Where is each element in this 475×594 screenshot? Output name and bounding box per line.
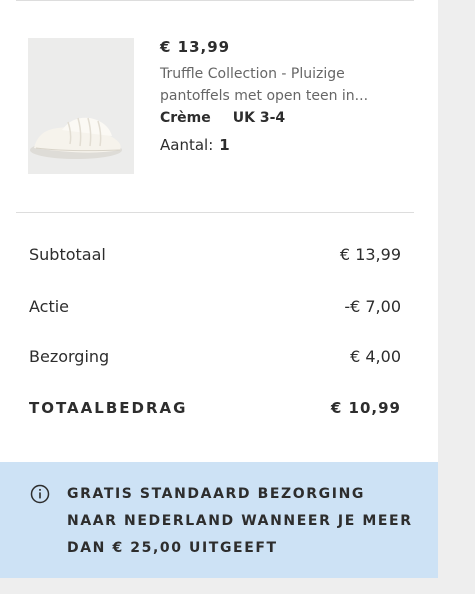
item-size: UK 3-4 (232, 110, 286, 126)
discount-row: Actie -€ 7,00 (29, 297, 401, 316)
product-image[interactable] (28, 38, 134, 174)
item-quantity: Aantal: 1 (160, 136, 230, 154)
discount-value: -€ 7,00 (344, 297, 401, 316)
quantity-label: Aantal: (160, 136, 214, 154)
shipping-row: Bezorging € 4,00 (29, 347, 401, 366)
subtotal-label: Subtotaal (29, 245, 106, 264)
total-value: € 10,99 (330, 399, 401, 417)
shipping-label: Bezorging (29, 347, 110, 366)
slipper-image (28, 38, 134, 174)
shipping-value: € 4,00 (350, 347, 401, 366)
total-label: TOTAALBEDRAG (29, 399, 188, 417)
item-variant: Crème UK 3-4 (160, 110, 285, 126)
item-price: € 13,99 (160, 38, 231, 56)
free-shipping-message: GRATIS STANDAARD BEZORGING NAAR NEDERLAN… (67, 486, 413, 556)
total-row: TOTAALBEDRAG € 10,99 (29, 399, 401, 417)
subtotal-row: Subtotaal € 13,99 (29, 245, 401, 264)
subtotal-value: € 13,99 (339, 245, 401, 264)
quantity-value: 1 (219, 136, 230, 154)
discount-label: Actie (29, 297, 70, 316)
divider (16, 0, 414, 1)
divider (16, 212, 414, 213)
item-name[interactable]: Truffle Collection - Pluizige pantoffels… (160, 63, 410, 107)
info-icon (30, 484, 50, 504)
item-color: Crème (160, 110, 211, 126)
cart-item: € 13,99 Truffle Collection - Pluizige pa… (28, 38, 414, 178)
order-summary-panel: € 13,99 Truffle Collection - Pluizige pa… (0, 0, 438, 578)
